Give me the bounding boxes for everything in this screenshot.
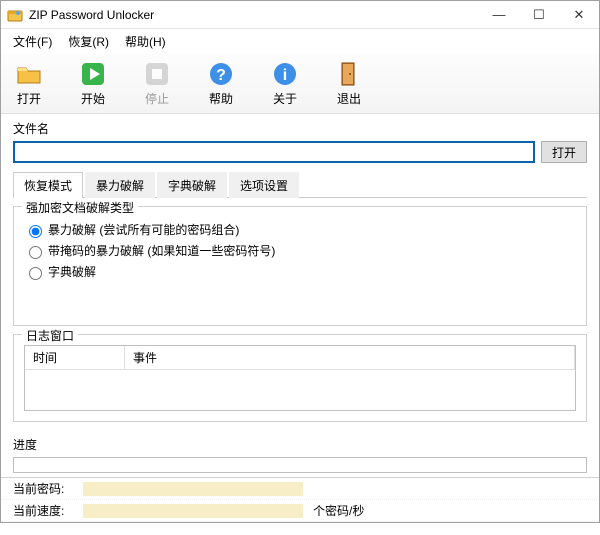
tab-brute-force[interactable]: 暴力破解 (85, 172, 155, 198)
file-label: 文件名 (13, 120, 587, 137)
radio-dictionary-label: 字典破解 (48, 263, 96, 280)
progress-label: 进度 (13, 436, 587, 453)
file-section: 文件名 打开 恢复模式 暴力破解 字典破解 选项设置 强加密文档破解类型 暴力破… (1, 114, 599, 436)
tab-dictionary[interactable]: 字典破解 (157, 172, 227, 198)
app-icon (7, 7, 23, 23)
file-open-button[interactable]: 打开 (541, 141, 587, 163)
attack-type-group: 强加密文档破解类型 暴力破解 (尝试所有可能的密码组合) 带掩码的暴力破解 (如… (13, 206, 587, 326)
stop-button: 停止 (137, 60, 177, 107)
attack-type-legend: 强加密文档破解类型 (22, 199, 138, 216)
close-button[interactable]: ✕ (559, 1, 599, 29)
status-current-speed: 当前速度: 个密码/秒 (1, 500, 599, 522)
open-label: 打开 (17, 90, 41, 107)
radio-brute-force-label: 暴力破解 (尝试所有可能的密码组合) (48, 221, 239, 238)
radio-mask-label: 带掩码的暴力破解 (如果知道一些密码符号) (48, 242, 275, 259)
radio-dictionary[interactable]: 字典破解 (24, 263, 576, 280)
window-title: ZIP Password Unlocker (29, 8, 479, 22)
exit-button[interactable]: 退出 (329, 60, 369, 107)
menu-recover[interactable]: 恢复(R) (60, 31, 117, 52)
start-label: 开始 (81, 90, 105, 107)
exit-label: 退出 (337, 90, 361, 107)
radio-mask[interactable]: 带掩码的暴力破解 (如果知道一些密码符号) (24, 242, 576, 259)
radio-brute-force-input[interactable] (29, 225, 42, 238)
help-button[interactable]: ? 帮助 (201, 60, 241, 107)
about-label: 关于 (273, 90, 297, 107)
radio-mask-input[interactable] (29, 246, 42, 259)
help-label: 帮助 (209, 90, 233, 107)
titlebar: ZIP Password Unlocker ― ☐ ✕ (1, 1, 599, 29)
log-col-event[interactable]: 事件 (125, 346, 575, 369)
log-col-time[interactable]: 时间 (25, 346, 125, 369)
info-icon: i (271, 60, 299, 88)
log-group: 日志窗口 时间 事件 (13, 334, 587, 422)
progress-bar (13, 457, 587, 473)
log-table[interactable]: 时间 事件 (24, 345, 576, 411)
status-current-speed-label: 当前速度: (13, 502, 77, 519)
about-button[interactable]: i 关于 (265, 60, 305, 107)
toolbar: 打开 开始 停止 ? 帮助 i 关于 退出 (1, 54, 599, 114)
status-current-speed-value (83, 504, 303, 518)
maximize-button[interactable]: ☐ (519, 1, 559, 29)
progress-section: 进度 (1, 436, 599, 477)
open-button[interactable]: 打开 (9, 60, 49, 107)
menu-help[interactable]: 帮助(H) (117, 31, 174, 52)
status-current-password-value (83, 482, 303, 496)
status-current-password-label: 当前密码: (13, 480, 77, 497)
tabstrip: 恢复模式 暴力破解 字典破解 选项设置 (13, 171, 587, 198)
minimize-button[interactable]: ― (479, 1, 519, 29)
folder-open-icon (15, 60, 43, 88)
tab-recovery-mode[interactable]: 恢复模式 (13, 172, 83, 198)
log-legend: 日志窗口 (22, 327, 78, 344)
door-exit-icon (335, 60, 363, 88)
stop-label: 停止 (145, 90, 169, 107)
app-window: ZIP Password Unlocker ― ☐ ✕ 文件(F) 恢复(R) … (0, 0, 600, 523)
log-header: 时间 事件 (25, 346, 575, 370)
file-input[interactable] (13, 141, 535, 163)
stop-icon (143, 60, 171, 88)
status-section: 当前密码: 当前速度: 个密码/秒 (1, 477, 599, 522)
radio-dictionary-input[interactable] (29, 267, 42, 280)
menu-file[interactable]: 文件(F) (5, 31, 60, 52)
start-button[interactable]: 开始 (73, 60, 113, 107)
menubar: 文件(F) 恢复(R) 帮助(H) (1, 29, 599, 54)
radio-brute-force[interactable]: 暴力破解 (尝试所有可能的密码组合) (24, 221, 576, 238)
svg-text:?: ? (216, 67, 226, 84)
tab-options[interactable]: 选项设置 (229, 172, 299, 198)
svg-text:i: i (283, 67, 287, 84)
status-current-password: 当前密码: (1, 478, 599, 500)
status-speed-unit: 个密码/秒 (313, 502, 364, 519)
play-icon (79, 60, 107, 88)
help-icon: ? (207, 60, 235, 88)
window-controls: ― ☐ ✕ (479, 1, 599, 29)
